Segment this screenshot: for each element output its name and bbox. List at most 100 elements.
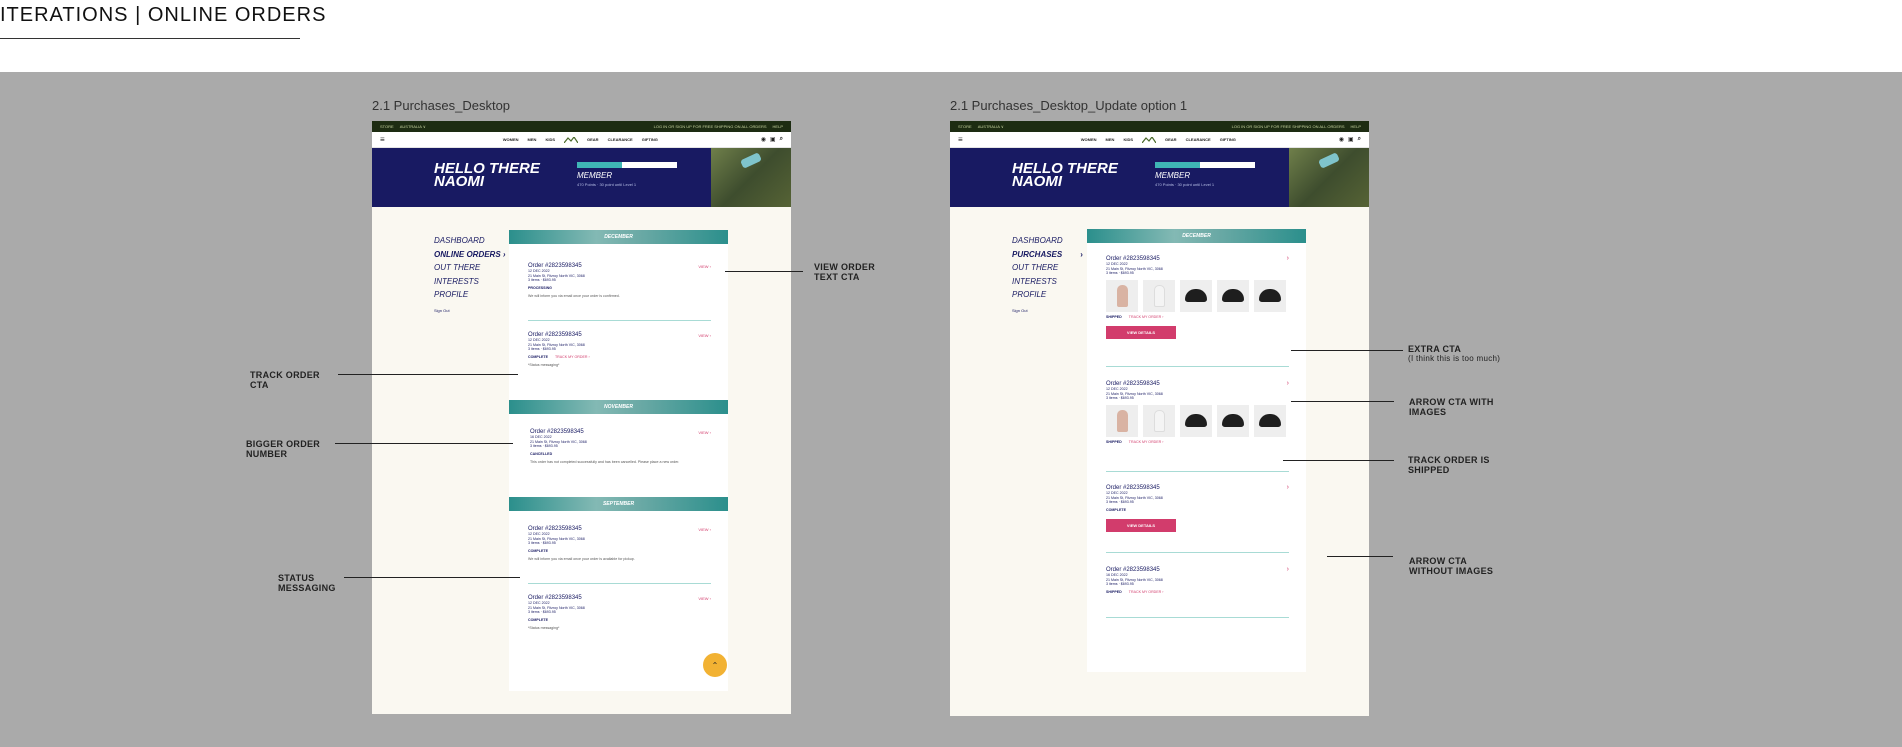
product-thumbnail[interactable] xyxy=(1254,404,1286,437)
view-order-link[interactable]: VIEW › xyxy=(698,527,711,532)
cart-icon[interactable]: ▣ xyxy=(1348,136,1354,143)
order-divider xyxy=(528,320,711,321)
product-thumbnail[interactable] xyxy=(1217,279,1249,312)
help-link[interactable]: HELP xyxy=(1351,124,1361,129)
account-sidenav: DASHBOARD ONLINE ORDERS › OUT THERE INTE… xyxy=(434,234,506,313)
nav-gifting[interactable]: GIFTING xyxy=(1220,137,1236,142)
design-canvas: 2.1 Purchases_Desktop 2.1 Purchases_Desk… xyxy=(0,72,1902,747)
status-message: *Status messaging* xyxy=(528,625,560,630)
order-arrow-icon[interactable]: › xyxy=(1287,255,1289,262)
frame-purchases-update: STORE AUSTRALIA ∨ LOG IN OR SIGN UP FOR … xyxy=(950,121,1369,716)
search-icon[interactable]: ⌕ xyxy=(1358,136,1361,143)
cart-icon[interactable]: ▣ xyxy=(770,136,776,143)
sidenav-profile[interactable]: PROFILE xyxy=(1012,288,1083,302)
order-arrow-icon[interactable]: › xyxy=(1287,380,1289,387)
sidenav-out-there[interactable]: OUT THERE xyxy=(434,261,506,275)
nav-women[interactable]: WOMEN xyxy=(1081,137,1097,142)
order-status: SHIPPED TRACK MY ORDER › xyxy=(1106,439,1164,444)
track-order-link[interactable]: TRACK MY ORDER › xyxy=(1129,315,1164,319)
account-icon[interactable]: ◉ xyxy=(761,136,766,143)
help-link[interactable]: HELP xyxy=(773,124,783,129)
order-divider xyxy=(1106,552,1289,553)
order-summary: 3 items · $693.95 xyxy=(1106,500,1134,505)
order-divider xyxy=(528,583,711,584)
product-thumbnails xyxy=(1106,279,1289,312)
order-card: Order #2823598345 12 DEC 2022 21 Main St… xyxy=(1106,484,1289,532)
sidenav-interests[interactable]: INTERESTS xyxy=(1012,275,1083,289)
promo-text: LOG IN OR SIGN UP FOR FREE SHIPPING ON A… xyxy=(653,124,767,129)
annotation-line xyxy=(335,443,513,444)
account-icon[interactable]: ◉ xyxy=(1339,136,1344,143)
menu-icon[interactable]: ≡ xyxy=(380,135,400,144)
scroll-top-button[interactable]: ⌃ xyxy=(703,653,727,677)
track-order-link[interactable]: TRACK MY ORDER › xyxy=(1129,590,1164,594)
annotation-extra-cta: EXTRA CTA (I think this is too much) xyxy=(1408,344,1501,363)
search-icon[interactable]: ⌕ xyxy=(780,136,783,143)
region-select[interactable]: AUSTRALIA ∨ xyxy=(400,124,426,129)
month-header: NOVEMBER xyxy=(509,400,728,414)
product-thumbnail[interactable] xyxy=(1106,279,1138,312)
mountain-logo-icon[interactable] xyxy=(564,136,578,143)
sign-out-link[interactable]: Sign Out xyxy=(434,308,506,313)
hero-photo xyxy=(711,148,791,207)
sidenav-dashboard[interactable]: DASHBOARD xyxy=(1012,234,1083,248)
nav-men[interactable]: MEN xyxy=(1106,137,1115,142)
sidenav-out-there[interactable]: OUT THERE xyxy=(1012,261,1083,275)
nav-gifting[interactable]: GIFTING xyxy=(642,137,658,142)
nav-clearance[interactable]: CLEARANCE xyxy=(608,137,633,142)
nav-clearance[interactable]: CLEARANCE xyxy=(1186,137,1211,142)
order-summary: 3 items · $693.95 xyxy=(528,541,556,546)
month-header: SEPTEMBER xyxy=(509,497,728,511)
order-status: CANCELLED xyxy=(530,451,553,456)
menu-icon[interactable]: ≡ xyxy=(958,135,978,144)
nav-kids[interactable]: KIDS xyxy=(1123,137,1133,142)
order-arrow-icon[interactable]: › xyxy=(1287,484,1289,491)
annotation-line xyxy=(338,374,518,375)
title-underline xyxy=(0,38,300,39)
sidenav-profile[interactable]: PROFILE xyxy=(434,288,506,302)
order-arrow-icon[interactable]: › xyxy=(1287,566,1289,573)
product-thumbnail[interactable] xyxy=(1254,279,1286,312)
main-nav: ≡ WOMEN MEN KIDS GEAR CLEARANCE GIFTING … xyxy=(372,132,791,148)
annotation-arrow-cta-no-images: ARROW CTA WITHOUT IMAGES xyxy=(1409,556,1494,576)
frame-label: 2.1 Purchases_Desktop xyxy=(372,98,511,113)
order-status: COMPLETE xyxy=(1106,507,1126,512)
sidenav-interests[interactable]: INTERESTS xyxy=(434,275,506,289)
product-thumbnail[interactable] xyxy=(1217,404,1249,437)
annotation-line xyxy=(1291,401,1394,402)
sidenav-dashboard[interactable]: DASHBOARD xyxy=(434,234,506,248)
product-thumbnail[interactable] xyxy=(1180,404,1212,437)
track-order-link[interactable]: TRACK MY ORDER › xyxy=(555,355,590,359)
mountain-logo-icon[interactable] xyxy=(1142,136,1156,143)
product-thumbnail[interactable] xyxy=(1143,404,1175,437)
sidenav-purchases[interactable]: PURCHASES › xyxy=(1012,248,1083,262)
product-thumbnail[interactable] xyxy=(1106,404,1138,437)
view-order-link[interactable]: VIEW › xyxy=(698,264,711,269)
view-details-button[interactable]: VIEW DETAILS xyxy=(1106,325,1176,339)
nav-men[interactable]: MEN xyxy=(528,137,537,142)
view-order-link[interactable]: VIEW › xyxy=(698,333,711,338)
order-divider xyxy=(1106,366,1289,367)
member-progress-bar xyxy=(1155,162,1255,168)
store-link[interactable]: STORE xyxy=(380,124,394,129)
nav-gear[interactable]: GEAR xyxy=(1165,137,1177,142)
member-points: 470 Points · 30 point until Level 1 xyxy=(1155,182,1215,187)
view-order-link[interactable]: VIEW › xyxy=(698,430,711,435)
store-link[interactable]: STORE xyxy=(958,124,972,129)
region-select[interactable]: AUSTRALIA ∨ xyxy=(978,124,1004,129)
nav-kids[interactable]: KIDS xyxy=(545,137,555,142)
annotation-line xyxy=(1327,556,1393,557)
product-thumbnail[interactable] xyxy=(1180,279,1212,312)
sidenav-online-orders[interactable]: ONLINE ORDERS › xyxy=(434,248,506,262)
annotation-line xyxy=(344,577,520,578)
track-order-link[interactable]: TRACK MY ORDER › xyxy=(1129,440,1164,444)
view-order-link[interactable]: VIEW › xyxy=(698,596,711,601)
nav-women[interactable]: WOMEN xyxy=(503,137,519,142)
month-header: DECEMBER xyxy=(1087,229,1306,243)
product-thumbnail[interactable] xyxy=(1143,279,1175,312)
nav-gear[interactable]: GEAR xyxy=(587,137,599,142)
view-details-button[interactable]: VIEW DETAILS xyxy=(1106,518,1176,532)
order-card: Order #2823598345 16 DEC 2022 21 Main St… xyxy=(530,429,711,464)
order-summary: 3 items · $693.95 xyxy=(528,347,556,352)
sign-out-link[interactable]: Sign Out xyxy=(1012,308,1083,313)
